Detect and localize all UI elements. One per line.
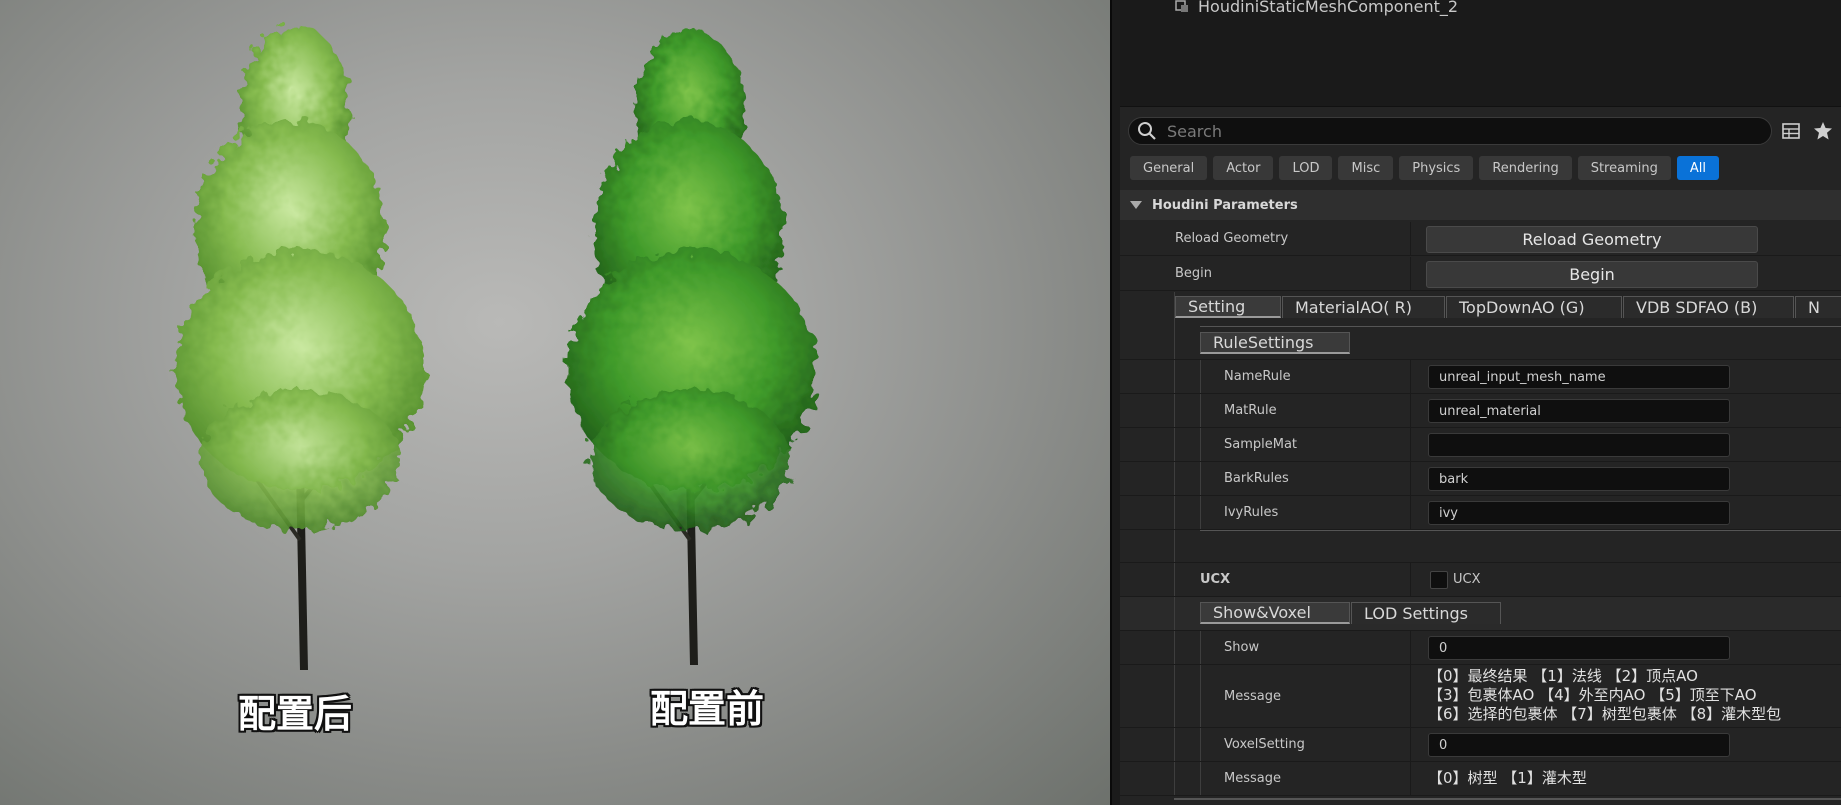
ucx-row: UCX UCX (1120, 563, 1841, 597)
sample-mat-row: SampleMat (1120, 428, 1841, 462)
tab-general[interactable]: General (1130, 156, 1208, 180)
favorites-star-icon[interactable] (1812, 120, 1834, 142)
begin-button[interactable]: Begin (1426, 261, 1758, 288)
begin-label: Begin (1175, 266, 1213, 281)
sample-mat-label: SampleMat (1224, 437, 1298, 452)
component-item[interactable]: HoudiniStaticMeshComponent_2 (1174, 0, 1458, 18)
voxel-setting-label: VoxelSetting (1224, 737, 1305, 752)
collapse-triangle-icon (1130, 201, 1142, 209)
mat-rule-row: MatRule unreal_material (1120, 394, 1841, 428)
search-icon (1138, 122, 1156, 140)
caption-after: 配置后 (238, 692, 353, 736)
ptab-lod-settings[interactable]: LOD Settings (1351, 602, 1501, 624)
name-rule-label: NameRule (1224, 369, 1291, 384)
app-root: 配置后 配置前 HoudiniStaticMeshComponent_2 Sea… (0, 0, 1841, 805)
component-name: HoudiniStaticMeshComponent_2 (1198, 0, 1459, 16)
mat-rule-label: MatRule (1224, 403, 1277, 418)
static-mesh-component-icon (1175, 0, 1188, 12)
ptab-material-ao[interactable]: MaterialAO( R) (1282, 296, 1445, 318)
ptab-vdb-sdfao[interactable]: VDB SDFAO (B) (1623, 296, 1794, 318)
tab-all[interactable]: All (1676, 156, 1719, 180)
ivy-rules-row: IvyRules ivy (1120, 496, 1841, 530)
reload-geometry-button[interactable]: Reload Geometry (1426, 226, 1758, 253)
reload-geometry-label: Reload Geometry (1175, 231, 1289, 246)
param-tabs-row: Setting MaterialAO( R) TopDownAO (G) VDB… (1120, 292, 1841, 326)
voxel-setting-row: VoxelSetting 0 (1120, 728, 1841, 762)
viewport[interactable]: 配置后 配置前 (0, 0, 1110, 805)
caption-before: 配置前 (650, 687, 765, 731)
spacer-row (1120, 530, 1841, 563)
ptab-more[interactable]: N (1795, 296, 1841, 318)
bark-rules-label: BarkRules (1224, 471, 1289, 486)
show-voxel-tabs-row: Show&Voxel LOD Settings (1120, 597, 1841, 631)
message1-line2: 【3】包裹体AO 【4】外至内AO 【5】顶至下AO (1428, 686, 1757, 704)
ptab-setting[interactable]: Setting (1175, 296, 1281, 318)
tab-streaming[interactable]: Streaming (1577, 156, 1671, 180)
tab-misc[interactable]: Misc (1338, 156, 1394, 180)
ucx-label: UCX (1200, 572, 1231, 587)
bark-rules-row: BarkRules bark (1120, 462, 1841, 496)
message2-line1: 【0】树型 【1】灌木型 (1428, 769, 1587, 787)
bottom-divider (1174, 798, 1841, 800)
message1-line3: 【6】选择的包裹体 【7】树型包裹体 【8】灌木型包 (1428, 705, 1782, 723)
tab-rendering[interactable]: Rendering (1479, 156, 1572, 180)
panel-splitter[interactable] (1110, 0, 1120, 805)
show-field[interactable]: 0 (1428, 636, 1730, 660)
name-rule-row: NameRule unreal_input_mesh_name (1120, 360, 1841, 394)
search-box[interactable] (1128, 117, 1772, 145)
message2-label: Message (1224, 771, 1281, 786)
ucx-checkbox-label: UCX (1453, 572, 1481, 587)
show-row: Show 0 (1120, 631, 1841, 665)
property-matrix-icon[interactable] (1780, 120, 1802, 142)
filter-tabs: General Actor LOD Misc Physics Rendering… (1130, 156, 1719, 180)
ivy-rules-label: IvyRules (1224, 505, 1279, 520)
ptab-show-voxel[interactable]: Show&Voxel (1200, 602, 1350, 624)
message1-row: Message 【0】最终结果 【1】法线 【2】顶点AO 【3】包裹体AO 【… (1120, 665, 1841, 728)
sample-mat-field[interactable] (1428, 433, 1730, 457)
tab-lod[interactable]: LOD (1279, 156, 1333, 180)
tree-after-image (175, 25, 817, 670)
begin-row: Begin Begin (1120, 257, 1841, 291)
details-panel: HoudiniStaticMeshComponent_2 Gene (1120, 0, 1841, 805)
voxel-setting-field[interactable]: 0 (1428, 733, 1730, 757)
ucx-checkbox[interactable] (1430, 571, 1448, 589)
ptab-topdown-ao[interactable]: TopDownAO (G) (1446, 296, 1622, 318)
bark-rules-field[interactable]: bark (1428, 467, 1730, 491)
ptab-rule-settings[interactable]: RuleSettings (1200, 332, 1350, 354)
ivy-rules-field[interactable]: ivy (1428, 501, 1730, 525)
houdini-parameters-header[interactable]: Houdini Parameters (1120, 190, 1841, 220)
tab-actor[interactable]: Actor (1213, 156, 1274, 180)
rule-settings-row: RuleSettings (1120, 326, 1841, 360)
mat-rule-field[interactable]: unreal_material (1428, 399, 1730, 423)
category-title: Houdini Parameters (1152, 197, 1298, 213)
message2-row: Message 【0】树型 【1】灌木型 (1120, 762, 1841, 796)
show-label: Show (1224, 640, 1260, 655)
component-tree: HoudiniStaticMeshComponent_2 (1120, 0, 1841, 107)
reload-geometry-row: Reload Geometry Reload Geometry (1120, 222, 1841, 256)
search-input[interactable] (1165, 120, 1729, 142)
name-rule-field[interactable]: unreal_input_mesh_name (1428, 365, 1730, 389)
tab-physics[interactable]: Physics (1399, 156, 1474, 180)
message1-label: Message (1224, 688, 1281, 704)
message1-line1: 【0】最终结果 【1】法线 【2】顶点AO (1428, 667, 1698, 685)
